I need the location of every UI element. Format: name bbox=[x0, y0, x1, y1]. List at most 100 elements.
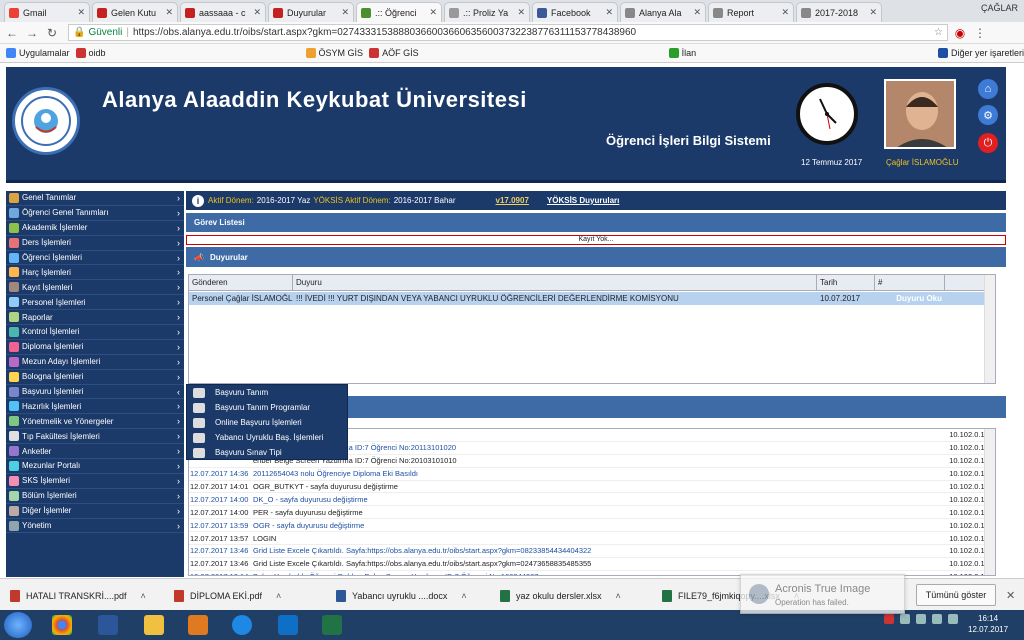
col-date[interactable]: Tarih bbox=[817, 275, 875, 290]
tab-close-icon[interactable]: ✕ bbox=[341, 7, 349, 18]
tab-close-icon[interactable]: ✕ bbox=[605, 7, 613, 18]
media-taskbar-icon[interactable] bbox=[178, 612, 218, 638]
sidebar-item[interactable]: Mezun Adayı İşlemleri › bbox=[6, 355, 184, 370]
sidebar-item[interactable]: Akademik İşlemler › bbox=[6, 221, 184, 236]
sidebar-item[interactable]: Öğrenci Genel Tanımları › bbox=[6, 206, 184, 221]
download-item[interactable]: yaz okulu dersler.xlsx ˄ bbox=[500, 586, 621, 606]
show-all-button[interactable]: Tümünü göster bbox=[916, 584, 996, 606]
table-row[interactable]: Personel Çağlar İSLAMOĞLU !!! İVEDİ !!! … bbox=[189, 292, 995, 305]
sidebar-item[interactable]: Kayıt İşlemleri › bbox=[6, 280, 184, 296]
sidebar-item[interactable]: Harç İşlemleri › bbox=[6, 265, 184, 281]
settings-icon[interactable]: ⚙ bbox=[978, 105, 998, 125]
tab-close-icon[interactable]: ✕ bbox=[429, 7, 437, 18]
home-icon[interactable]: ⌂ bbox=[978, 79, 998, 99]
notification-popup[interactable]: Acronis True Image Operation has failed. bbox=[740, 574, 905, 614]
log-scrollbar[interactable] bbox=[984, 429, 995, 575]
sidebar-item[interactable]: Raporlar › bbox=[6, 310, 184, 326]
sidebar-item[interactable]: Mezunlar Portalı › bbox=[6, 459, 184, 474]
sidebar-item[interactable]: Öğrenci İşlemleri › bbox=[6, 251, 184, 266]
sidebar-item[interactable]: Diğer İşlemler › bbox=[6, 504, 184, 519]
col-announcement[interactable]: Duyuru bbox=[293, 275, 817, 290]
browser-tab[interactable]: Alanya Ala ✕ bbox=[620, 2, 706, 22]
browser-profile-name[interactable]: ÇAĞLAR bbox=[981, 3, 1018, 13]
explorer-taskbar-icon[interactable] bbox=[134, 612, 174, 638]
announcements-scrollbar[interactable] bbox=[984, 275, 995, 383]
bookmark-item[interactable]: Uygulamalar bbox=[6, 48, 70, 58]
back-icon[interactable]: ← bbox=[4, 26, 20, 40]
sidebar-item[interactable]: Personel İşlemleri › bbox=[6, 295, 184, 311]
submenu-item[interactable]: Yabancı Uyruklu Baş. İşlemleri bbox=[187, 430, 347, 445]
version-link[interactable]: v17.0907 bbox=[496, 196, 529, 205]
sidebar-item[interactable]: Anketler › bbox=[6, 444, 184, 460]
submenu-item[interactable]: Başvuru Sınav Tipi bbox=[187, 445, 347, 460]
tab-close-icon[interactable]: ✕ bbox=[517, 7, 525, 18]
tray-icon[interactable] bbox=[884, 614, 894, 624]
yoksis-announcements-link[interactable]: YÖKSİS Duyuruları bbox=[547, 196, 619, 205]
chevron-up-icon[interactable]: ˄ bbox=[141, 591, 146, 601]
browser-tab[interactable]: 2017-2018 ✕ bbox=[796, 2, 882, 22]
reload-icon[interactable]: ↻ bbox=[44, 26, 60, 40]
tab-close-icon[interactable]: ✕ bbox=[253, 7, 261, 18]
sidebar-item[interactable]: Genel Tanımlar › bbox=[6, 191, 184, 206]
chevron-up-icon[interactable]: ˄ bbox=[616, 591, 621, 601]
chevron-up-icon[interactable]: ˄ bbox=[461, 591, 466, 601]
tray-icon[interactable] bbox=[916, 614, 926, 624]
adblock-icon[interactable]: ◉ bbox=[952, 26, 968, 40]
close-icon[interactable]: ✕ bbox=[1006, 589, 1015, 602]
tab-close-icon[interactable]: ✕ bbox=[693, 7, 701, 18]
sidebar-item[interactable]: SKS İşlemleri › bbox=[6, 474, 184, 489]
bookmark-star-icon[interactable]: ☆ bbox=[934, 27, 943, 38]
bookmark-item[interactable]: Diğer yer işaretleri bbox=[937, 48, 1024, 58]
col-sender[interactable]: Gönderen bbox=[189, 275, 293, 290]
forward-icon[interactable]: → bbox=[24, 26, 40, 40]
url-bar[interactable]: 🔒 Güvenli | https://obs.alanya.edu.tr/oi… bbox=[68, 24, 948, 41]
browser-tab[interactable]: Gelen Kutu ✕ bbox=[92, 2, 178, 22]
browser-tab[interactable]: Gmail ✕ bbox=[4, 2, 90, 22]
tab-close-icon[interactable]: ✕ bbox=[781, 7, 789, 18]
sidebar-item[interactable]: Başvuru İşlemleri ‹ bbox=[6, 385, 184, 400]
read-announcement-link[interactable]: Duyuru Oku bbox=[875, 292, 945, 305]
submenu-item[interactable]: Başvuru Tanım bbox=[187, 385, 347, 400]
menu-icon[interactable]: ⋮ bbox=[972, 26, 988, 40]
browser-tab[interactable]: aassaaa - c ✕ bbox=[180, 2, 266, 22]
sidebar-item[interactable]: Kontrol İşlemleri › bbox=[6, 325, 184, 340]
url-text[interactable]: https://obs.alanya.edu.tr/oibs/start.asp… bbox=[133, 27, 636, 38]
sidebar-item[interactable]: Ders İşlemleri › bbox=[6, 236, 184, 251]
sidebar-item[interactable]: Bologna İşlemleri › bbox=[6, 370, 184, 385]
user-name[interactable]: Çağlar İSLAMOĞLU bbox=[886, 158, 958, 167]
start-button[interactable] bbox=[4, 612, 32, 638]
sidebar-item[interactable]: Diploma İşlemleri › bbox=[6, 340, 184, 355]
browser-tab[interactable]: .:: Öğrenci ✕ bbox=[356, 2, 442, 22]
outlook-taskbar-icon[interactable] bbox=[268, 612, 308, 638]
browser-tab[interactable]: Report ✕ bbox=[708, 2, 794, 22]
tab-close-icon[interactable]: ✕ bbox=[165, 7, 173, 18]
browser-tab[interactable]: .:: Proliz Ya ✕ bbox=[444, 2, 530, 22]
sidebar-item[interactable]: Yönetmelik ve Yönergeler › bbox=[6, 414, 184, 430]
tray-icon[interactable] bbox=[932, 614, 942, 624]
submenu-item[interactable]: Online Başvuru İşlemleri bbox=[187, 415, 347, 430]
tab-close-icon[interactable]: ✕ bbox=[869, 7, 877, 18]
bookmark-item[interactable]: AÖF GİS bbox=[369, 48, 419, 58]
tray-icon[interactable] bbox=[948, 614, 958, 624]
chevron-up-icon[interactable]: ˄ bbox=[276, 591, 281, 601]
excel-taskbar-icon[interactable] bbox=[312, 612, 352, 638]
download-item[interactable]: HATALI TRANSKRİ....pdf ˄ bbox=[10, 586, 146, 606]
chrome-taskbar-icon[interactable] bbox=[42, 612, 82, 638]
bookmark-item[interactable]: oidb bbox=[75, 48, 106, 58]
submenu-item[interactable]: Başvuru Tanım Programlar bbox=[187, 400, 347, 415]
tab-close-icon[interactable]: ✕ bbox=[77, 7, 85, 18]
power-icon[interactable]: ⏻ bbox=[978, 133, 998, 153]
sidebar-item[interactable]: Bölüm İşlemleri › bbox=[6, 489, 184, 504]
tray-icon[interactable] bbox=[900, 614, 910, 624]
bookmark-item[interactable]: İlan bbox=[668, 48, 696, 58]
browser-tab[interactable]: Facebook ✕ bbox=[532, 2, 618, 22]
sidebar-item[interactable]: Tıp Fakültesi İşlemleri › bbox=[6, 429, 184, 445]
sidebar-item[interactable]: Hazırlık İşlemleri › bbox=[6, 399, 184, 415]
browser-tab[interactable]: Duyurular ✕ bbox=[268, 2, 354, 22]
sidebar-item[interactable]: Yönetim › bbox=[6, 519, 184, 534]
bookmark-item[interactable]: ÖSYM GİS bbox=[305, 48, 363, 58]
taskbar-clock[interactable]: 16:14 12.07.2017 bbox=[968, 613, 1008, 635]
word-taskbar-icon[interactable] bbox=[88, 612, 128, 638]
download-item[interactable]: DİPLOMA EKİ.pdf ˄ bbox=[174, 586, 281, 606]
ie-taskbar-icon[interactable] bbox=[222, 612, 262, 638]
